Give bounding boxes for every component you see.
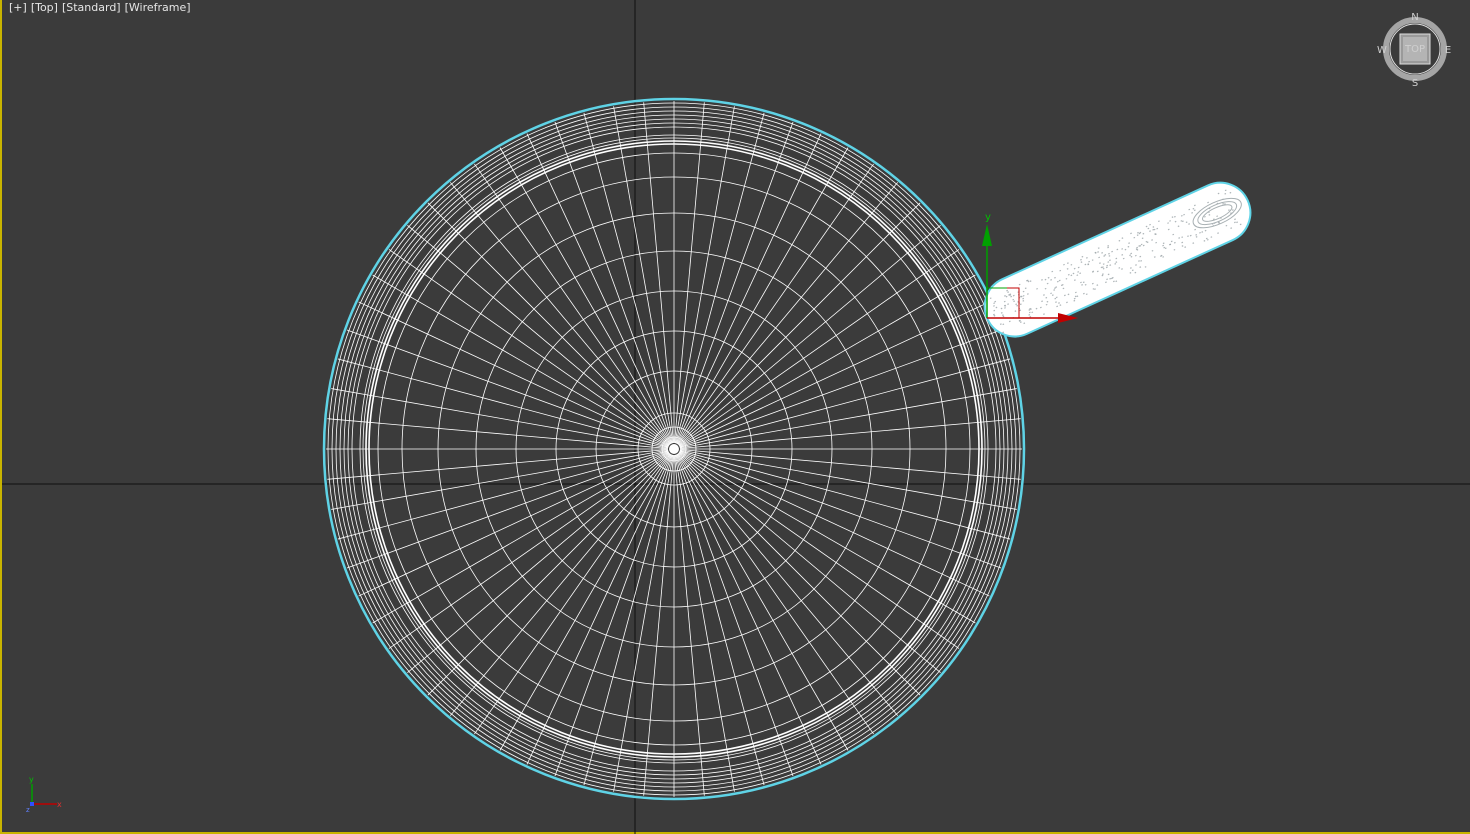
viewcube-north-label[interactable]: N — [1411, 12, 1418, 23]
dish-spoke — [331, 388, 669, 449]
dish-center — [669, 444, 679, 454]
world-axis-tripod: y x z — [26, 775, 62, 814]
dish-spoke — [675, 121, 794, 444]
tripod-z-axis — [30, 802, 34, 806]
dish-wireframe[interactable] — [322, 97, 1026, 801]
dish-spoke — [346, 329, 669, 448]
dish-spoke — [678, 225, 941, 446]
dish-spoke — [613, 454, 674, 792]
top-viewport[interactable]: [+] [Top] [Standard] [Wireframe] y TOP N… — [0, 0, 1470, 834]
viewcube-west-label[interactable]: W — [1377, 45, 1387, 56]
dish-spoke — [427, 452, 671, 696]
dish-spoke — [450, 453, 671, 716]
tripod-z-label: z — [26, 806, 30, 814]
dish-spoke — [674, 454, 735, 792]
dish-spoke — [613, 106, 674, 444]
dish-spoke — [407, 225, 670, 446]
dish-spoke — [677, 182, 898, 445]
dish-spoke — [407, 452, 670, 673]
dish-spoke — [674, 106, 735, 444]
viewport-canvas[interactable]: y TOP N S E W y x z — [2, 0, 1470, 834]
dish-spoke — [678, 452, 941, 673]
dish-spoke — [679, 329, 1002, 448]
dish-spoke — [679, 449, 1017, 510]
viewcube-face-label: TOP — [1404, 44, 1425, 55]
dish-spoke — [331, 449, 669, 510]
viewcube-east-label[interactable]: E — [1445, 45, 1451, 56]
tripod-x-label: x — [57, 800, 62, 809]
dish-spoke — [554, 121, 673, 444]
dish-spoke — [427, 202, 671, 446]
dish-spoke — [346, 450, 669, 569]
gizmo-y-arrow[interactable] — [982, 224, 992, 246]
dish-spoke — [675, 454, 794, 777]
dish-spoke — [677, 453, 898, 716]
dish-spoke — [450, 182, 671, 445]
dish-spoke — [677, 202, 921, 446]
dish-spoke — [679, 388, 1017, 449]
gizmo-y-label: y — [985, 212, 991, 223]
dish-spoke — [679, 450, 1002, 569]
handle-fill — [983, 181, 1252, 338]
viewcube[interactable]: TOP N S E W — [1377, 12, 1451, 89]
handle-wireframe[interactable] — [975, 173, 1260, 346]
viewcube-south-label[interactable]: S — [1412, 78, 1418, 89]
tripod-y-label: y — [29, 775, 34, 784]
dish-spoke — [554, 454, 673, 777]
dish-spoke — [677, 452, 921, 696]
